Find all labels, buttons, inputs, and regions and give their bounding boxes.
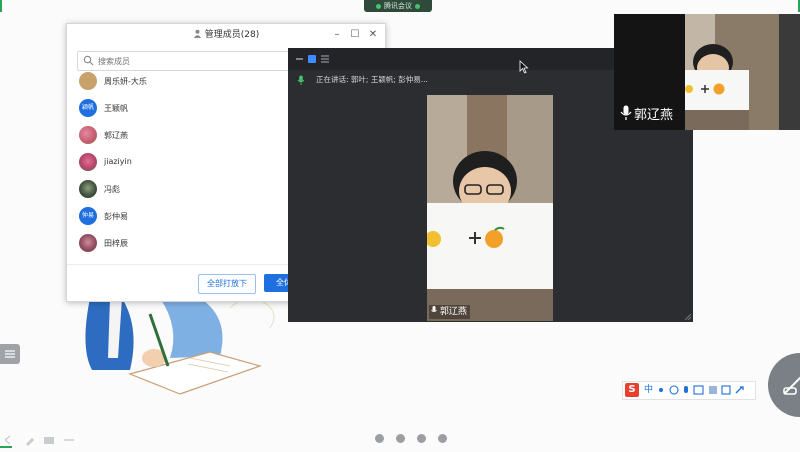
punctuation-icon: [659, 388, 663, 392]
slide-edge-bottom-left: [0, 446, 12, 448]
microphone-icon: [431, 306, 437, 313]
panel-title: 管理成员(28): [204, 30, 260, 40]
toolbox-icon: [709, 386, 717, 394]
video-speaker-name: 郭辽燕: [439, 307, 467, 317]
microphone-icon: [297, 75, 305, 85]
user-icon: [193, 29, 201, 38]
eraser-icon: [44, 437, 54, 444]
search-icon: [83, 55, 94, 66]
meeting-app-label: 腾讯会议: [384, 2, 412, 10]
unmute-all-button[interactable]: 全部打放下: [198, 274, 256, 294]
participant-video-feed[interactable]: 郭辽燕: [427, 95, 553, 321]
member-name: 冯彪: [104, 185, 120, 194]
floating-speaker-thumbnail[interactable]: 郭辽燕: [614, 14, 800, 130]
keyboard-icon: [693, 385, 704, 395]
thumbnail-frame: [685, 14, 800, 130]
maximize-button[interactable]: ☐: [348, 28, 362, 42]
undo-icon: [4, 435, 11, 445]
settings-wrench-icon: [735, 386, 744, 394]
resize-grip-icon[interactable]: [683, 312, 691, 320]
page-dot-1[interactable]: [375, 434, 384, 443]
member-name: 王颖帆: [104, 104, 128, 113]
avatar: 颖帆: [79, 99, 97, 117]
microphone-icon: [620, 105, 632, 120]
slide-panel-handle[interactable]: [0, 344, 20, 364]
minimize-button[interactable]: –: [330, 28, 344, 42]
slide-edge-left: [0, 0, 2, 12]
page-dot-2[interactable]: [396, 434, 405, 443]
ime-tool-icons[interactable]: [656, 383, 756, 398]
list-icon: [5, 350, 15, 358]
avatar: 仲易: [79, 207, 97, 225]
status-dot-icon: [376, 3, 381, 9]
status-dot-icon: [415, 3, 420, 9]
voice-icon: [684, 386, 688, 393]
close-button[interactable]: ✕: [366, 28, 380, 42]
view-controls[interactable]: [294, 48, 334, 70]
avatar: [79, 180, 97, 198]
member-name: 彭仲易: [104, 212, 128, 221]
slide-illustration: [85, 298, 275, 395]
emoji-icon: [669, 385, 679, 395]
member-name: 田梓辰: [104, 239, 128, 248]
pen-icon: [26, 438, 34, 446]
gallery-view-icon: [308, 55, 316, 63]
video-name-tag: 郭辽燕: [429, 305, 470, 319]
avatar: [79, 72, 97, 90]
thumbnail-name-tag: 郭辽燕: [620, 105, 673, 125]
annotation-toolbar[interactable]: [4, 434, 84, 446]
skin-icon: [721, 385, 731, 395]
avatar: [79, 126, 97, 144]
mouse-cursor-icon: [519, 60, 529, 74]
thumbnail-speaker-name: 郭辽燕: [634, 108, 674, 123]
avatar: [79, 234, 97, 252]
ime-toolbar[interactable]: S 中: [622, 381, 756, 400]
member-name: jiaziyin: [104, 157, 132, 166]
member-name: 郭辽燕: [104, 131, 128, 140]
ime-mode-label[interactable]: 中: [644, 383, 653, 397]
thumbnail-video-feed: [685, 14, 800, 130]
page-dot-4[interactable]: [438, 434, 447, 443]
member-search-input[interactable]: [98, 52, 298, 70]
meeting-top-bar[interactable]: 腾讯会议: [364, 0, 432, 12]
page-dot-3[interactable]: [417, 434, 426, 443]
floating-action-button[interactable]: [768, 353, 800, 417]
speaking-text: 正在讲话: 郭叶; 王颖帆; 彭仲易...: [316, 75, 428, 84]
member-name: 周乐妍-大乐: [104, 77, 147, 86]
pen-off-icon: [783, 376, 800, 395]
ime-logo-icon[interactable]: S: [625, 383, 639, 397]
avatar: [79, 153, 97, 171]
video-frame: [427, 95, 553, 321]
